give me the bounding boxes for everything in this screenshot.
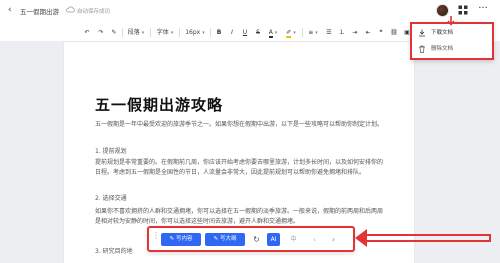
- arrow-body-shape: [365, 234, 491, 242]
- clear-format-icon[interactable]: ✎: [109, 27, 119, 38]
- numbered-list-button[interactable]: ⒈: [337, 27, 347, 38]
- divider: [150, 28, 151, 37]
- highlight-button[interactable]: ✐ ▾: [284, 27, 298, 38]
- download-label: 下载文档: [431, 30, 454, 36]
- back-arrow-icon[interactable]: ‹: [8, 5, 18, 15]
- cloud-icon: [66, 6, 75, 13]
- trash-icon: [419, 45, 425, 53]
- strikethrough-button[interactable]: S: [253, 27, 263, 38]
- font-label: 字体: [156, 29, 169, 36]
- paragraph-section-1[interactable]: 提前规划是非常重要的。在假期前几周，你应该开始考虑你要去哪里旅游，计划多长时间，…: [95, 158, 385, 178]
- indent-button[interactable]: ⇥: [350, 27, 360, 38]
- edit-icon: ✎: [213, 236, 219, 242]
- section-heading-1[interactable]: 1. 提前规划: [95, 147, 385, 157]
- document-title[interactable]: 五一假期出游攻略: [95, 94, 223, 115]
- paragraph-intro[interactable]: 五一假期是一年中最受欢迎的旅游季节之一。如果你想在假期中出游，以下是一些攻略可以…: [95, 120, 385, 130]
- write-outline-button[interactable]: ✎ 写大纲: [205, 233, 245, 246]
- chevron-down-icon: ▾: [315, 30, 318, 36]
- quote-icon: ❝: [379, 29, 383, 36]
- download-document-item[interactable]: 下载文档: [418, 28, 490, 38]
- chevron-down-icon: ▾: [202, 30, 205, 36]
- redo-icon[interactable]: ↷: [96, 27, 106, 38]
- write-content-label: 写内容: [176, 236, 193, 242]
- indent-icon: ⇥: [352, 29, 358, 36]
- undo-icon[interactable]: ↶: [82, 27, 92, 38]
- paragraph-select[interactable]: 段落 ▾: [125, 27, 147, 38]
- font-color-icon: A: [268, 29, 273, 38]
- annotation-arrow-icon: [355, 229, 495, 249]
- ai-assistant-bar: ⋮ ✎ 写内容 ✎ 写大纲 ↻ AI 中 ‹ ›: [147, 226, 355, 252]
- chevron-down-icon: ▾: [170, 30, 174, 36]
- outdent-icon: ⇤: [365, 29, 371, 36]
- language-toggle[interactable]: 中: [287, 233, 300, 246]
- underline-button[interactable]: U: [240, 27, 250, 38]
- chevron-down-icon: ▾: [141, 30, 145, 36]
- edit-icon: ✎: [169, 236, 175, 242]
- chevron-down-icon: ▾: [293, 30, 296, 36]
- ai-badge-button[interactable]: AI: [267, 233, 280, 246]
- delete-label: 删除文档: [431, 46, 454, 52]
- write-content-button[interactable]: ✎ 写内容: [161, 233, 201, 246]
- drag-handle-icon[interactable]: ⋮: [152, 232, 160, 246]
- more-menu: 下载文档 删除文档: [410, 22, 494, 60]
- divider: [179, 28, 180, 37]
- write-outline-label: 写大纲: [220, 236, 237, 242]
- font-color-button[interactable]: A ▾: [266, 27, 280, 38]
- outdent-button[interactable]: ⇤: [363, 27, 373, 38]
- align-left-icon: ≡: [308, 29, 314, 36]
- bold-button[interactable]: B: [214, 27, 224, 38]
- font-size-label: 16px: [185, 29, 201, 36]
- image-icon: ▣: [404, 29, 410, 36]
- font-select[interactable]: 字体 ▾: [154, 27, 176, 38]
- link-button[interactable]: ⛓: [389, 27, 399, 38]
- paragraph-label: 段落: [127, 29, 140, 36]
- refresh-icon[interactable]: ↻: [250, 233, 263, 246]
- bullet-list-icon: ☰: [326, 29, 332, 36]
- chevron-right-icon[interactable]: ›: [327, 233, 340, 246]
- numbered-list-icon: ⒈: [338, 29, 345, 36]
- bullet-list-button[interactable]: ☰: [324, 27, 334, 38]
- more-icon[interactable]: ···: [476, 4, 490, 15]
- top-bar: ‹ 五一假期出游 自动保存成功 ···: [0, 0, 500, 22]
- delete-document-item[interactable]: 删除文档: [418, 44, 490, 54]
- annotation-arrow-down-icon: [447, 16, 455, 26]
- download-icon: [419, 29, 425, 36]
- font-size-select[interactable]: 16px ▾: [183, 27, 207, 38]
- chevron-down-icon: ▾: [274, 30, 278, 36]
- apps-grid-icon[interactable]: [458, 5, 468, 15]
- highlighter-icon: ✐: [286, 29, 292, 38]
- divider: [122, 28, 123, 37]
- section-heading-2[interactable]: 2. 选择交通: [95, 194, 385, 204]
- divider: [302, 28, 303, 37]
- quote-button[interactable]: ❝: [376, 27, 386, 38]
- italic-button[interactable]: I: [227, 27, 237, 38]
- document-name[interactable]: 五一假期出游: [20, 6, 59, 16]
- paragraph-section-2[interactable]: 如果你不喜欢拥挤的人群和交通拥堵，你可以选择在五一假期的淡季旅游。一般来说，假期…: [95, 207, 385, 227]
- link-icon: ⛓: [390, 29, 398, 36]
- align-button[interactable]: ≡ ▾: [306, 27, 320, 38]
- divider: [210, 28, 211, 37]
- save-status: 自动保存成功: [77, 9, 111, 15]
- chevron-left-icon[interactable]: ‹: [308, 233, 321, 246]
